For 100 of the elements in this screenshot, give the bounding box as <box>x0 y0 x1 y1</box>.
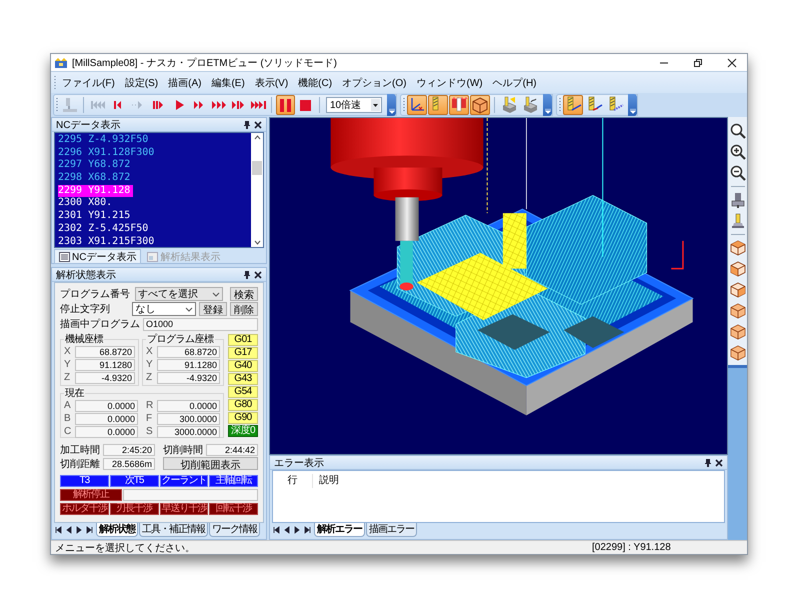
column-header: 説明 <box>318 474 340 488</box>
first-tab-icon[interactable] <box>55 526 63 534</box>
scrollbar-thumb[interactable] <box>252 160 262 174</box>
field-label: 描画中プログラム <box>60 318 140 331</box>
nc-code-row[interactable]: 2300 X80. <box>58 197 116 210</box>
cube-icon[interactable] <box>730 261 746 277</box>
nc-code: Y91.128 <box>88 184 130 198</box>
grip-icon[interactable] <box>56 97 59 113</box>
sheet-tab[interactable]: ワーク情報 <box>209 523 260 537</box>
chevron-icon[interactable] <box>388 109 394 114</box>
search-button[interactable]: 検索 <box>230 287 258 301</box>
cube-icon[interactable] <box>730 345 746 361</box>
group-title: 機械座標 <box>64 334 104 345</box>
menu-item[interactable]: 表示(V) <box>250 74 294 92</box>
menu-item[interactable]: 設定(S) <box>120 74 164 92</box>
search-icon[interactable] <box>730 123 746 139</box>
last-tab-icon[interactable] <box>85 526 93 534</box>
toolbar-overflow-button[interactable] <box>628 94 637 116</box>
last-block-icon[interactable] <box>250 99 266 111</box>
close-icon[interactable] <box>254 270 262 278</box>
status-message: メニューを選択してください。 <box>54 542 196 554</box>
sheet-tab[interactable]: 工具・補正情報 <box>139 523 208 537</box>
panel-title: NCデータ表示 <box>56 118 122 132</box>
first-tab-icon[interactable] <box>273 526 281 534</box>
menu-item[interactable]: 描画(A) <box>163 74 206 92</box>
sheet-tab[interactable]: 描画エラー <box>366 523 417 537</box>
scroll-down-icon[interactable] <box>254 240 260 245</box>
panel-tab[interactable]: NCデータ表示 <box>54 249 142 264</box>
cube-icon[interactable] <box>730 282 746 298</box>
menu-item[interactable]: ウィンドウ(W) <box>412 74 488 92</box>
action-button[interactable]: 削除 <box>230 302 258 316</box>
status-lamp: T3 <box>60 475 109 487</box>
skip-forward-icon[interactable] <box>230 99 246 111</box>
cube-icon[interactable] <box>730 240 746 256</box>
vertical-scrollbar[interactable] <box>251 133 263 247</box>
cube-icon[interactable] <box>730 324 746 340</box>
previous-tab-icon[interactable] <box>283 526 291 534</box>
nc-code-row[interactable]: 2295 Z-4.932F50 <box>58 134 152 147</box>
app-icon <box>54 56 68 68</box>
line-number: 2295 <box>58 134 82 147</box>
group-title: プログラム座標 <box>146 334 214 345</box>
grip-icon[interactable] <box>559 97 562 113</box>
pin-icon[interactable] <box>243 270 251 279</box>
cut-range-button[interactable]: 切削範囲表示 <box>163 457 258 470</box>
sheet-tab[interactable]: 解析状態 <box>96 523 138 537</box>
grip-icon[interactable] <box>403 97 406 113</box>
tool-icon[interactable] <box>730 213 746 229</box>
scroll-up-icon[interactable] <box>254 135 260 140</box>
next-tab-icon[interactable] <box>75 526 83 534</box>
value-field: -4.9320 <box>75 372 135 384</box>
status-lamp: 回転干渉 <box>209 503 258 515</box>
menu-item[interactable]: 編集(E) <box>206 74 250 92</box>
caret-icon[interactable] <box>212 292 220 296</box>
toolbar-overflow-button[interactable] <box>543 94 552 116</box>
zoom-in-icon[interactable] <box>730 144 746 160</box>
value-field: 28.5686m <box>103 458 155 470</box>
nc-code-row[interactable]: 2297 Y68.872 <box>58 159 134 172</box>
close-icon[interactable] <box>727 58 737 68</box>
zoom-out-icon[interactable] <box>730 165 746 181</box>
menu-item[interactable]: ファイル(F) <box>57 74 120 92</box>
toolbar-overflow-button[interactable] <box>387 94 396 116</box>
document-icon[interactable] <box>59 252 70 262</box>
stop-string-dropdown[interactable]: なし <box>132 302 196 316</box>
value-field: 3000.0000 <box>157 426 220 438</box>
modal-code-indicator: G90 <box>228 412 258 424</box>
last-tab-icon[interactable] <box>303 526 311 534</box>
chevron-icon[interactable] <box>630 109 636 114</box>
pin-icon[interactable] <box>704 458 712 467</box>
nc-code-row[interactable]: 2298 X68.872 <box>58 172 134 185</box>
menu-item[interactable]: オプション(O) <box>337 74 412 92</box>
modal-code-indicator: G17 <box>228 347 258 359</box>
nc-code-row[interactable]: 2301 Y91.215 <box>58 210 134 223</box>
status-lamp: クーラント <box>160 475 208 487</box>
nc-code-row[interactable]: 2303 X91.215F300 <box>58 236 158 248</box>
close-icon[interactable] <box>715 458 723 466</box>
previous-tab-icon[interactable] <box>65 526 73 534</box>
caret-icon[interactable] <box>371 99 380 111</box>
chevron-icon[interactable] <box>544 109 550 114</box>
pin-icon[interactable] <box>243 120 251 129</box>
axis-label: B <box>64 413 72 424</box>
program-dropdown[interactable]: すべてを選択 <box>135 287 223 301</box>
grip-icon[interactable] <box>54 74 57 90</box>
faster-forward-icon[interactable] <box>210 99 226 111</box>
nc-code: Z-4.932F50 <box>88 134 148 147</box>
nc-code-row[interactable]: 2302 Z-5.425F50 <box>58 222 152 236</box>
caret-icon[interactable] <box>185 306 193 312</box>
menu-item[interactable]: ヘルプ(H) <box>488 74 542 92</box>
next-tab-icon[interactable] <box>293 526 301 534</box>
speed-dropdown[interactable]: 10倍速 <box>326 97 382 113</box>
action-button[interactable]: 登録 <box>199 302 227 316</box>
line-number: 2298 <box>58 172 82 185</box>
machine-icon[interactable] <box>730 192 746 208</box>
modal-code-indicator: G54 <box>228 386 258 398</box>
menu-item[interactable]: 機能(C) <box>293 74 338 92</box>
close-icon[interactable] <box>254 120 262 128</box>
sheet-tab[interactable]: 解析エラー <box>314 523 365 537</box>
restore-icon[interactable] <box>693 58 703 68</box>
nc-code-row[interactable]: 2296 X91.128F300 <box>58 146 158 160</box>
nc-code: X91.215F300 <box>88 236 154 248</box>
cube-icon[interactable] <box>730 303 746 319</box>
